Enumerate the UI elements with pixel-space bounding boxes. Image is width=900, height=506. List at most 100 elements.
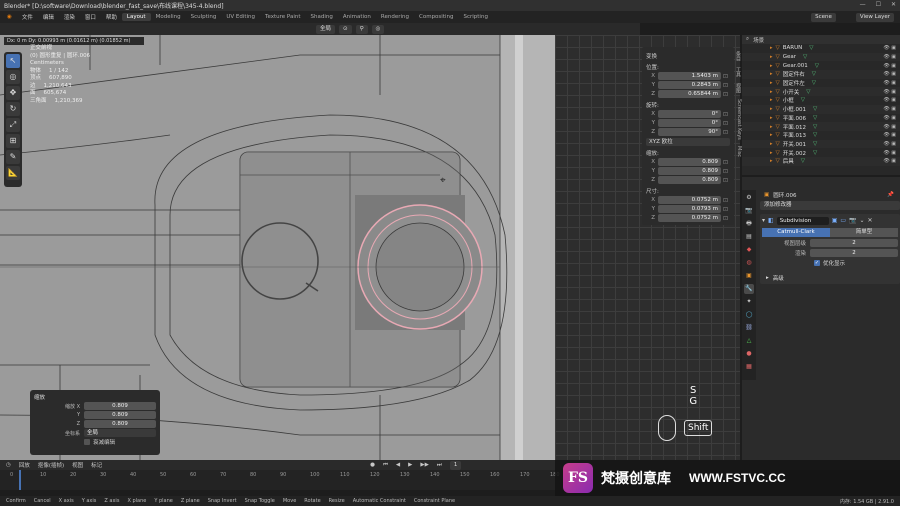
- transform-tool-icon[interactable]: ⊞: [6, 134, 20, 148]
- location-y-field[interactable]: 0.2843 m: [658, 81, 721, 89]
- outliner-item[interactable]: ▸ ▽ 开关.002 ▽ 👁 ▣: [742, 148, 900, 157]
- lock-icon[interactable]: ⊡: [721, 129, 730, 136]
- marker-menu[interactable]: 标记: [91, 461, 102, 469]
- modifier-name-field[interactable]: Subdivision: [776, 216, 829, 225]
- data-props-icon[interactable]: △: [744, 336, 754, 346]
- physics-icon[interactable]: ◯: [744, 310, 754, 320]
- jump-end-icon[interactable]: ⏭: [437, 462, 442, 469]
- dimensions-x-field[interactable]: 0.0752 m: [658, 196, 721, 204]
- render-levels-field[interactable]: 2: [810, 249, 898, 257]
- catmull-clark-button[interactable]: Catmull-Clark: [762, 228, 830, 237]
- pin-icon[interactable]: 📌: [887, 192, 900, 198]
- editor-type-icon[interactable]: ◷: [6, 462, 11, 468]
- menu-edit[interactable]: 编辑: [38, 13, 59, 21]
- outliner-item[interactable]: ▸ ▽ 平面.013 ▽ 👁 ▣: [742, 131, 900, 140]
- object-props-icon[interactable]: ▣: [744, 271, 754, 281]
- viewport-toggle-icon[interactable]: ▭: [840, 217, 846, 224]
- workspace-tab-uv-editing[interactable]: UV Editing: [221, 13, 260, 21]
- record-button[interactable]: ●: [370, 462, 375, 468]
- lock-icon[interactable]: ⊡: [721, 82, 730, 89]
- workspace-tab-texture-paint[interactable]: Texture Paint: [260, 13, 306, 21]
- current-frame-field[interactable]: 1: [449, 460, 462, 470]
- maximize-icon[interactable]: ☐: [876, 1, 881, 8]
- outliner-item[interactable]: ▸ ▽ Gear ▽ 👁 ▣: [742, 52, 900, 62]
- outliner-item[interactable]: ▸ ▽ 后具 ▽ 👁 ▣: [742, 156, 900, 166]
- keying-menu[interactable]: 抠像(插帧): [38, 461, 64, 469]
- cursor-tool-icon[interactable]: ◎: [6, 70, 20, 84]
- tab-view[interactable]: 视图: [735, 83, 742, 93]
- menu-render[interactable]: 渲染: [59, 13, 80, 21]
- view-menu[interactable]: 视图: [72, 461, 83, 469]
- tab-screencast-keys[interactable]: Screencast Keys: [735, 99, 742, 140]
- visibility-eye-icon[interactable]: 👁 ▣: [883, 89, 900, 95]
- workspace-tab-compositing[interactable]: Compositing: [414, 13, 458, 21]
- output-props-icon[interactable]: 🖶: [744, 219, 754, 229]
- lock-icon[interactable]: ⊡: [721, 177, 730, 184]
- scene-props-icon[interactable]: ◆: [744, 245, 754, 255]
- outliner-item[interactable]: ▸ ▽ 小框 ▽ 👁 ▣: [742, 96, 900, 105]
- particles-icon[interactable]: ✦: [744, 297, 754, 307]
- select-tool-icon[interactable]: ↖: [6, 54, 20, 68]
- visibility-eye-icon[interactable]: 👁 ▣: [883, 45, 900, 51]
- location-x-field[interactable]: 1.5403 m: [658, 72, 721, 80]
- scale-y-field[interactable]: 0.809: [658, 167, 721, 175]
- world-props-icon[interactable]: ◍: [744, 258, 754, 268]
- lock-icon[interactable]: ⊡: [721, 168, 730, 175]
- timeline[interactable]: 0 10 20 30 40 50 60 70 80 90 100 110 120 130 140 150 160…: [0, 470, 560, 490]
- workspace-tab-rendering[interactable]: Rendering: [376, 13, 414, 21]
- workspace-tab-sculpting[interactable]: Sculpting: [186, 13, 222, 21]
- modifier-menu-icon[interactable]: ⌄: [860, 217, 865, 224]
- workspace-tab-shading[interactable]: Shading: [306, 13, 338, 21]
- outliner-item[interactable]: ▸ ▽ 固定件右 ▽ 👁 ▣: [742, 70, 900, 79]
- visibility-eye-icon[interactable]: 👁 ▣: [883, 71, 900, 77]
- tool-props-icon[interactable]: ⚙: [744, 193, 754, 203]
- proportional-icon[interactable]: ◎: [371, 24, 385, 34]
- menu-help[interactable]: 帮助: [101, 13, 122, 21]
- remove-modifier-icon[interactable]: ✕: [868, 217, 873, 224]
- jump-start-icon[interactable]: ⏮: [383, 462, 388, 469]
- optimal-display-checkbox[interactable]: ✓: [814, 260, 820, 266]
- lock-icon[interactable]: ⊡: [721, 73, 730, 80]
- op-scale-y-field[interactable]: 0.809: [84, 411, 156, 419]
- scale-tool-icon[interactable]: ⤢: [6, 118, 20, 132]
- next-key-icon[interactable]: ▶▶: [420, 462, 428, 468]
- visibility-eye-icon[interactable]: 👁 ▣: [883, 158, 900, 164]
- outliner-item[interactable]: ▸ ▽ 开关.001 ▽ 👁 ▣: [742, 139, 900, 149]
- add-modifier-dropdown[interactable]: 添加修改器: [760, 201, 900, 210]
- op-scale-x-field[interactable]: 0.809: [84, 402, 156, 410]
- editmode-toggle-icon[interactable]: ▣: [832, 217, 838, 224]
- move-tool-icon[interactable]: ✥: [6, 86, 20, 100]
- filter-icon[interactable]: ⌕: [746, 36, 749, 43]
- blender-logo-icon[interactable]: ◉: [2, 14, 17, 20]
- outliner-item[interactable]: ▸ ▽ 小框.001 ▽ 👁 ▣: [742, 104, 900, 114]
- modifier-props-icon[interactable]: 🔧: [744, 284, 754, 294]
- visibility-eye-icon[interactable]: 👁 ▣: [883, 150, 900, 156]
- lock-icon[interactable]: ⊡: [721, 197, 730, 204]
- simple-button[interactable]: 简单型: [830, 228, 898, 237]
- workspace-tab-layout[interactable]: Layout: [121, 13, 151, 21]
- visibility-eye-icon[interactable]: 👁 ▣: [883, 63, 900, 69]
- lock-icon[interactable]: ⊡: [721, 215, 730, 222]
- outliner-item[interactable]: ▸ ▽ Gear.001 ▽ 👁 ▣: [742, 61, 900, 70]
- annotate-tool-icon[interactable]: ✎: [6, 150, 20, 164]
- op-scale-z-field[interactable]: 0.809: [84, 420, 156, 428]
- outliner-item[interactable]: ▸ ▽ 小开关 ▽ 👁 ▣: [742, 87, 900, 97]
- material-props-icon[interactable]: ●: [744, 349, 754, 359]
- rotation-z-field[interactable]: 90°: [658, 128, 721, 136]
- minimize-icon[interactable]: —: [860, 1, 866, 8]
- scale-x-field[interactable]: 0.809: [658, 158, 721, 166]
- render-props-icon[interactable]: 📷: [744, 206, 754, 216]
- lock-icon[interactable]: ⊡: [721, 91, 730, 98]
- expand-icon[interactable]: ▾: [762, 217, 765, 224]
- dimensions-y-field[interactable]: 0.0793 m: [658, 205, 721, 213]
- snap-icon[interactable]: ⚲: [355, 24, 368, 34]
- outliner-item[interactable]: ▸ ▽ 固定件左 ▽ 👁 ▣: [742, 79, 900, 88]
- pivot-icon[interactable]: ⊙: [339, 24, 352, 34]
- visibility-eye-icon[interactable]: 👁 ▣: [883, 54, 900, 60]
- workspace-tab-modeling[interactable]: Modeling: [151, 13, 186, 21]
- playhead[interactable]: [19, 470, 21, 490]
- scene-selector[interactable]: Scene: [811, 12, 836, 22]
- advanced-section[interactable]: ▸ 高级: [762, 273, 898, 282]
- location-z-field[interactable]: 0.65844 m: [658, 90, 721, 98]
- constraints-icon[interactable]: ⛓: [744, 323, 754, 333]
